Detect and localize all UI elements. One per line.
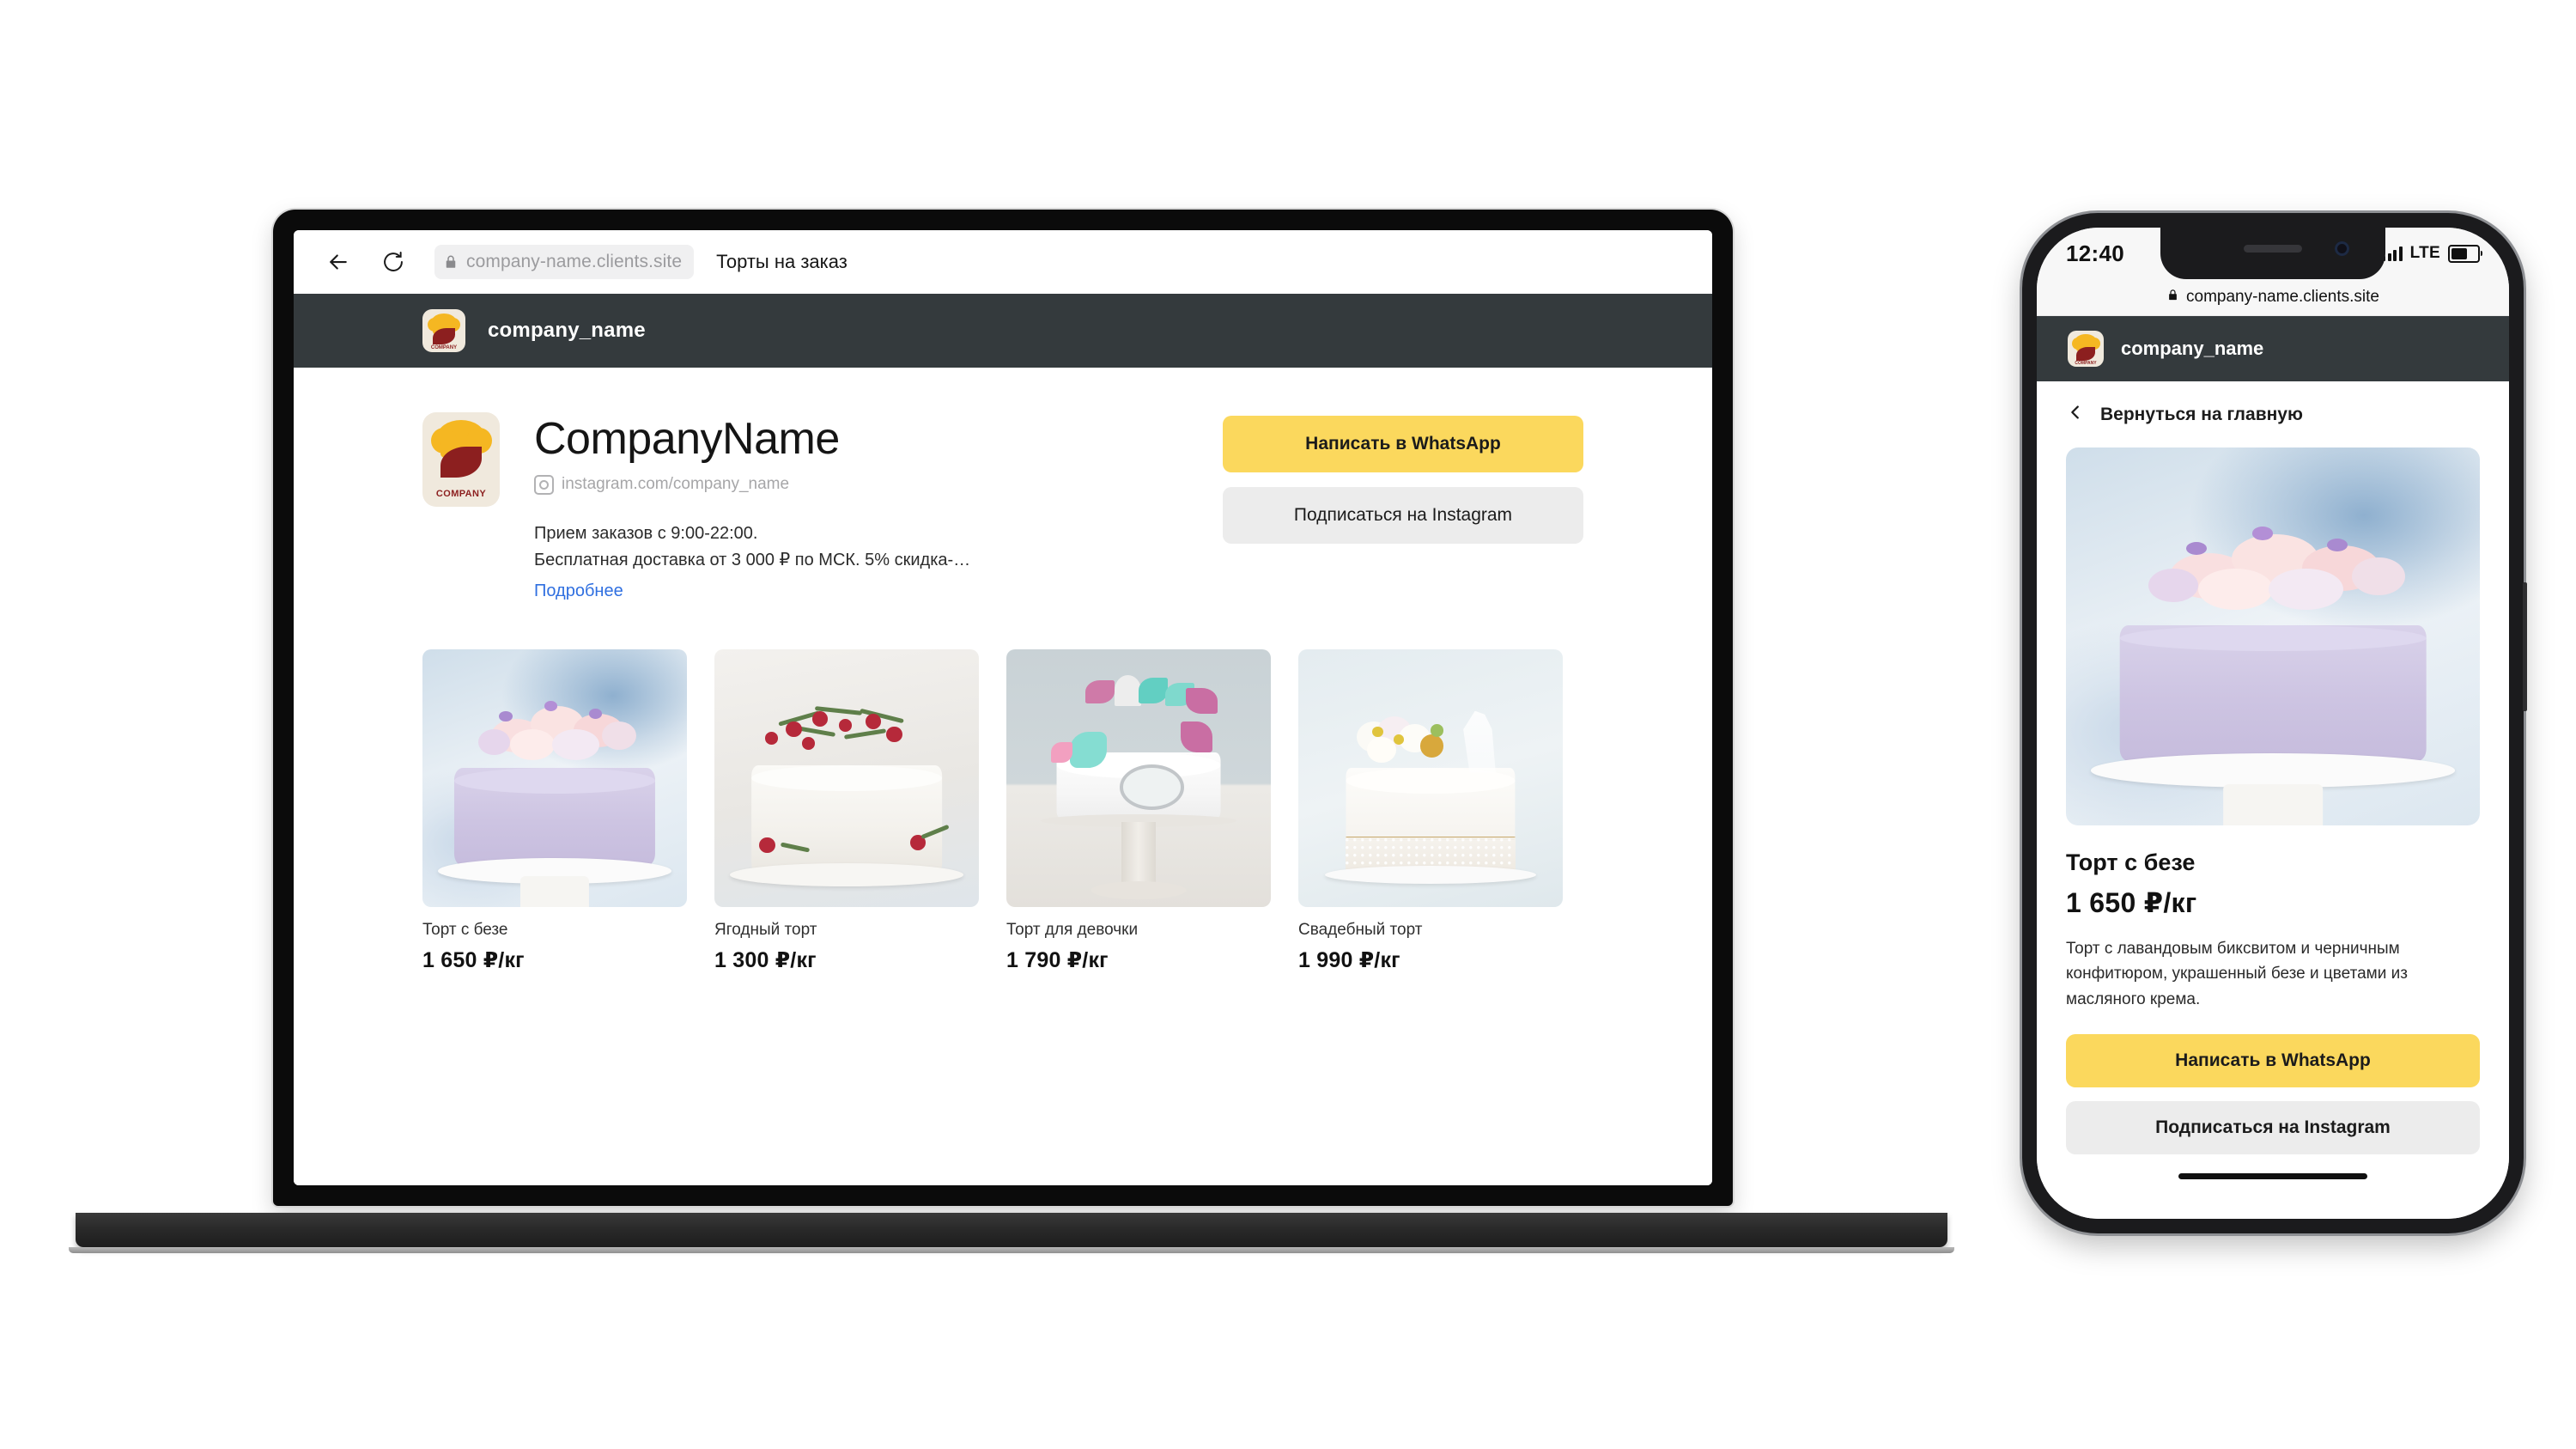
lavender-cake-body — [453, 767, 656, 866]
instagram-link-text: instagram.com/company_name — [562, 475, 790, 494]
phone-product-title: Торт с безе — [2066, 849, 2196, 875]
product-card[interactable]: Ягодный торт 1 300 ₽/кг — [714, 648, 979, 973]
phone-product-description: Торт с лавандовым биксвитом и черничным … — [2066, 940, 2408, 1008]
address-bar-url: company-name.clients.site — [466, 252, 683, 271]
back-to-home-label: Вернуться на главную — [2100, 404, 2303, 424]
product-image[interactable] — [1298, 648, 1563, 907]
laptop-screen: company-name.clients.site Торты на заказ… — [294, 230, 1712, 1185]
phone-site-header: COMPANY company_name — [2037, 316, 2509, 381]
more-details-link[interactable]: Подробнее — [534, 581, 623, 601]
product-image[interactable] — [1006, 648, 1271, 907]
site-content: COMPANY CompanyName instagram.com/compan… — [294, 368, 1712, 1185]
earpiece-speaker — [2244, 245, 2302, 253]
site-brand-name: company_name — [488, 319, 646, 342]
product-price: 1 300 ₽/кг — [714, 947, 817, 972]
product-name: Торт с безе — [422, 920, 508, 939]
browser-chrome: company-name.clients.site Торты на заказ — [294, 230, 1712, 294]
hero-info: CompanyName instagram.com/company_name П… — [534, 412, 1185, 601]
phone-product-price: 1 650 ₽/кг — [2066, 887, 2197, 918]
lock-icon — [2166, 289, 2179, 306]
back-arrow-icon[interactable] — [316, 240, 361, 284]
phone-whatsapp-button[interactable]: Написать в WhatsApp — [2066, 1034, 2480, 1088]
hero-section: COMPANY CompanyName instagram.com/compan… — [422, 412, 1583, 601]
instagram-link-row[interactable]: instagram.com/company_name — [534, 474, 1185, 495]
phone-site-brand-name: company_name — [2121, 338, 2264, 359]
company-description-line-2: Бесплатная доставка от 3 000 ₽ по МСК. 5… — [534, 550, 971, 569]
berry-cake-body — [751, 764, 942, 874]
product-price: 1 990 ₽/кг — [1298, 947, 1400, 972]
company-description-line-1: Прием заказов с 9:00-22:00. — [534, 523, 758, 543]
back-to-home-link[interactable]: Вернуться на главную — [2066, 400, 2480, 429]
product-price: 1 790 ₽/кг — [1006, 947, 1109, 972]
brand-logo-icon: COMPANY — [2068, 331, 2104, 367]
tab-title: Торты на заказ — [716, 251, 848, 272]
product-image[interactable] — [714, 648, 979, 907]
product-image[interactable] — [422, 648, 687, 907]
address-bar[interactable]: company-name.clients.site — [434, 245, 695, 279]
product-price: 1 650 ₽/кг — [422, 947, 525, 972]
company-title: CompanyName — [534, 414, 840, 464]
company-logo-word: COMPANY — [435, 489, 487, 499]
product-card[interactable]: Торт для девочки 1 790 ₽/кг — [1006, 648, 1271, 973]
status-time: 12:40 — [2066, 240, 2124, 266]
phone-side-button[interactable] — [2523, 582, 2527, 711]
product-card[interactable]: Торт с безе 1 650 ₽/кг — [422, 648, 687, 973]
cake-plaque — [1122, 767, 1182, 807]
phone-screen: 12:40 LTE company-name.clients.site COMP… — [2037, 228, 2509, 1219]
hero-actions: Написать в WhatsApp Подписаться на Insta… — [1223, 412, 1583, 544]
product-name: Торт для девочки — [1006, 920, 1139, 939]
phone-content: Вернуться на главную Торт с безе 1 650 ₽… — [2037, 381, 2509, 1219]
lock-icon — [443, 254, 459, 270]
product-name: Ягодный торт — [714, 920, 817, 939]
chevron-left-icon — [2066, 400, 2085, 429]
reload-icon[interactable] — [371, 240, 416, 284]
phone-actions: Написать в WhatsApp Подписаться на Insta… — [2066, 1034, 2480, 1155]
laptop-base — [69, 1213, 1954, 1253]
laptop-mockup: company-name.clients.site Торты на заказ… — [273, 210, 1733, 1206]
cake-plate — [1324, 865, 1537, 884]
brand-logo-icon: COMPANY — [422, 309, 465, 352]
product-grid: Торт с безе 1 650 ₽/кг Ягодный торт 1 30… — [422, 648, 1583, 973]
whatsapp-button[interactable]: Написать в WhatsApp — [1223, 416, 1583, 472]
phone-product-image[interactable] — [2066, 447, 2480, 825]
phone-address-url: company-name.clients.site — [2186, 288, 2379, 306]
front-camera-icon — [2335, 241, 2349, 256]
brand-logo-word: COMPANY — [430, 345, 458, 350]
battery-icon — [2448, 244, 2482, 263]
home-indicator[interactable] — [2178, 1173, 2367, 1180]
company-logo-icon: COMPANY — [422, 412, 500, 507]
phone-instagram-subscribe-button[interactable]: Подписаться на Instagram — [2066, 1101, 2480, 1155]
brand-logo-word: COMPANY — [2075, 361, 2097, 366]
instagram-subscribe-button[interactable]: Подписаться на Instagram — [1223, 487, 1583, 544]
phone-mockup: 12:40 LTE company-name.clients.site COMP… — [2022, 213, 2527, 1233]
cake-plate — [730, 862, 963, 886]
site-header: COMPANY company_name — [294, 294, 1712, 368]
network-label: LTE — [2409, 244, 2440, 262]
phone-address-bar[interactable]: company-name.clients.site — [2037, 279, 2509, 316]
phone-notch — [2160, 228, 2385, 279]
product-name: Свадебный торт — [1298, 920, 1423, 939]
product-card[interactable]: Свадебный торт 1 990 ₽/кг — [1298, 648, 1563, 973]
instagram-icon — [534, 474, 554, 495]
